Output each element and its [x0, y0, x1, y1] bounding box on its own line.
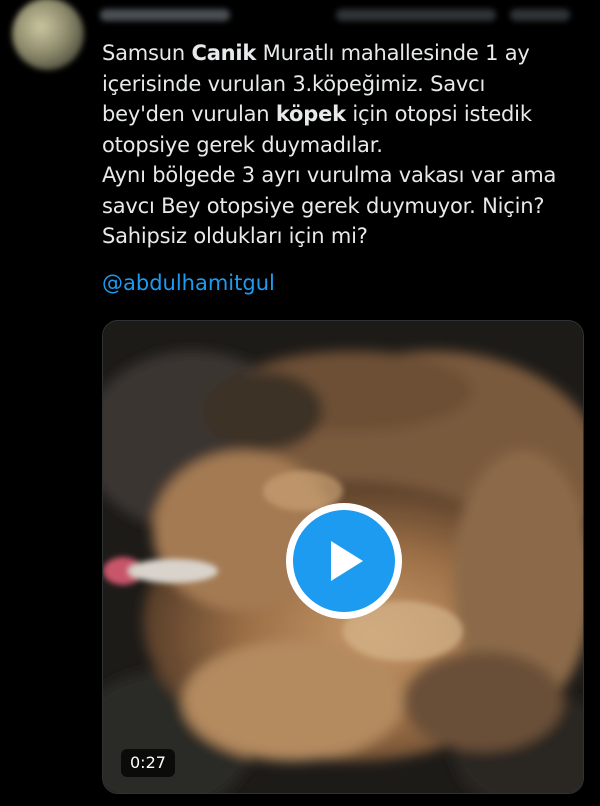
- tweet-text-line: içerisinde vurulan 3.köpeğimiz. Savcı: [102, 71, 486, 96]
- tweet-text-line: savcı Bey otopsiye gerek duymuyor. Niçin…: [102, 193, 545, 218]
- video-player[interactable]: 0:27: [102, 320, 584, 794]
- blurred-username: [100, 9, 230, 21]
- tweet-text-bold: Canik: [191, 41, 257, 65]
- tweet-text-line: otopsiye gerek duymadılar.: [102, 132, 383, 157]
- play-button[interactable]: [286, 503, 402, 619]
- avatar[interactable]: [12, 0, 84, 70]
- play-button-circle: [293, 510, 395, 612]
- mention-link[interactable]: @abdulhamitgul: [102, 268, 275, 298]
- play-icon: [331, 541, 363, 581]
- tweet-text-segment: için otopsi istedik: [345, 102, 532, 126]
- blurred-more: [510, 9, 570, 21]
- tweet-text-segment: Samsun: [102, 41, 192, 65]
- blurred-header: [100, 4, 570, 26]
- video-duration: 0:27: [121, 749, 175, 777]
- blurred-handle: [336, 9, 496, 21]
- tweet-text-segment: Muratlı mahallesinde 1 ay: [256, 41, 530, 65]
- tweet-text: Samsun Canik Muratlı mahallesinde 1 ay i…: [102, 38, 592, 252]
- tweet-text-line: Sahipsiz oldukları için mi?: [102, 224, 368, 248]
- tweet-text-segment: bey'den vurulan: [102, 102, 276, 126]
- tweet-text-line: Aynı bölgede 3 ayrı vurulma vakası var a…: [102, 163, 557, 187]
- tweet-text-bold: köpek: [275, 102, 346, 126]
